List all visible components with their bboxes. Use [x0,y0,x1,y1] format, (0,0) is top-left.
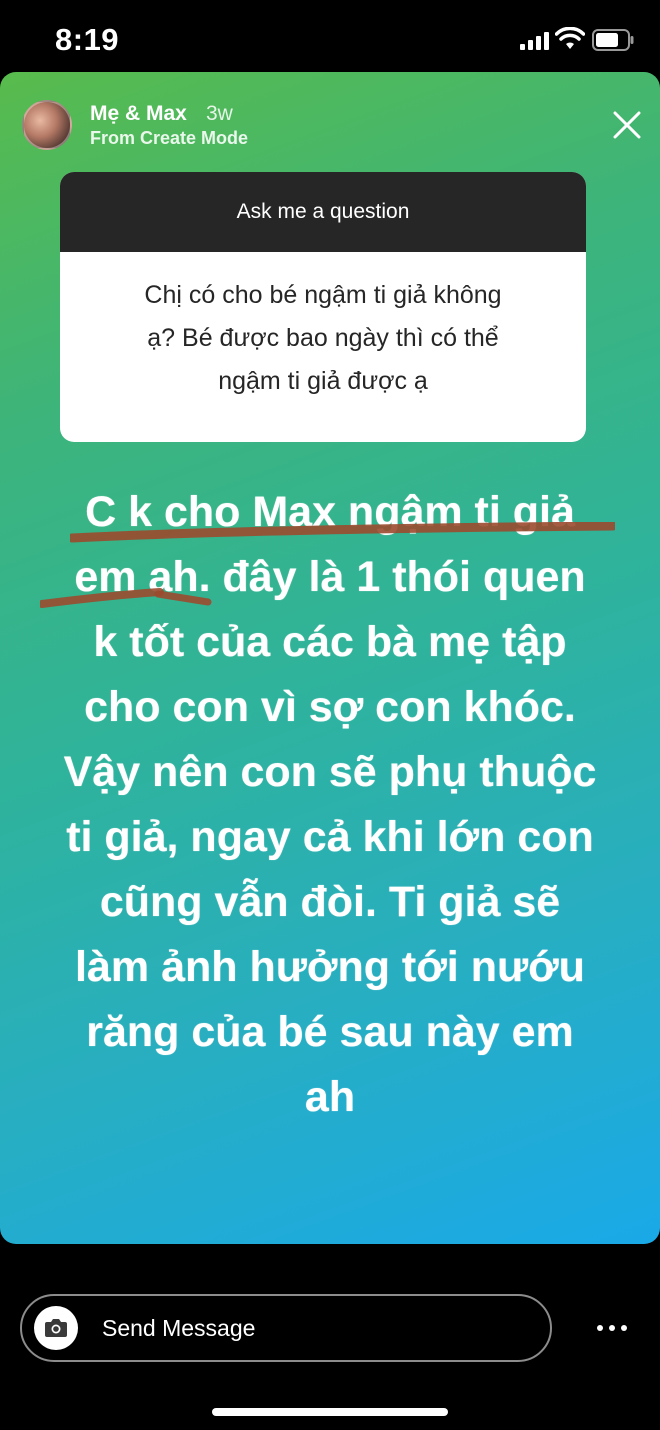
home-indicator[interactable] [212,1408,448,1416]
answer-line: răng của bé sau này em [86,1008,574,1056]
more-options-icon[interactable] [592,1316,632,1340]
question-sticker-header: Ask me a question [60,172,586,252]
question-sticker: Ask me a question Chị có cho bé ngậm ti … [60,172,586,442]
close-icon[interactable] [607,105,647,145]
answer-line: cũng vẫn đòi. Ti giả sẽ [99,878,561,926]
camera-icon [45,1319,67,1337]
question-line: ạ? Bé được bao ngày thì có thể [147,324,499,352]
send-message-placeholder: Send Message [102,1315,256,1341]
signal-icon [520,32,549,50]
status-bar: 8:19 [0,0,660,80]
answer-line: em ah. đây là 1 thói quen [74,553,586,601]
battery-icon [592,29,634,51]
wifi-icon [555,27,585,49]
answer-line: C k cho Max ngậm ti giả [85,488,575,536]
avatar[interactable] [22,100,72,150]
answer-line: ti giả, ngay cả khi lớn con [66,813,594,861]
question-line: ngậm ti giả được ạ [218,367,428,395]
time-ago: 3w [206,102,233,125]
answer-line: làm ảnh hưởng tới nướu [75,943,585,991]
username[interactable]: Mẹ & Max [90,102,187,126]
question-text: Chị có cho bé ngậm ti giả không ạ? Bé đư… [60,252,586,403]
answer-line: cho con vì sợ con khóc. [84,683,576,731]
status-time: 8:19 [55,22,120,57]
question-line: Chị có cho bé ngậm ti giả không [144,281,502,309]
answer-line: k tốt của các bà mẹ tập [93,618,567,666]
answer-line: ah [304,1073,356,1121]
send-message-input[interactable]: Send Message [20,1294,552,1362]
answer-line: Vậy nên con sẽ phụ thuộc [63,748,597,796]
camera-button[interactable] [34,1306,78,1350]
story-card[interactable]: Mẹ & Max 3w From Create Mode Ask me a qu… [0,72,660,1244]
answer-text: C k cho Max ngậm ti giả em ah. đây là 1 … [24,480,636,1130]
story-subtitle: From Create Mode [90,128,249,148]
story-header: Mẹ & Max 3w From Create Mode [0,72,660,172]
